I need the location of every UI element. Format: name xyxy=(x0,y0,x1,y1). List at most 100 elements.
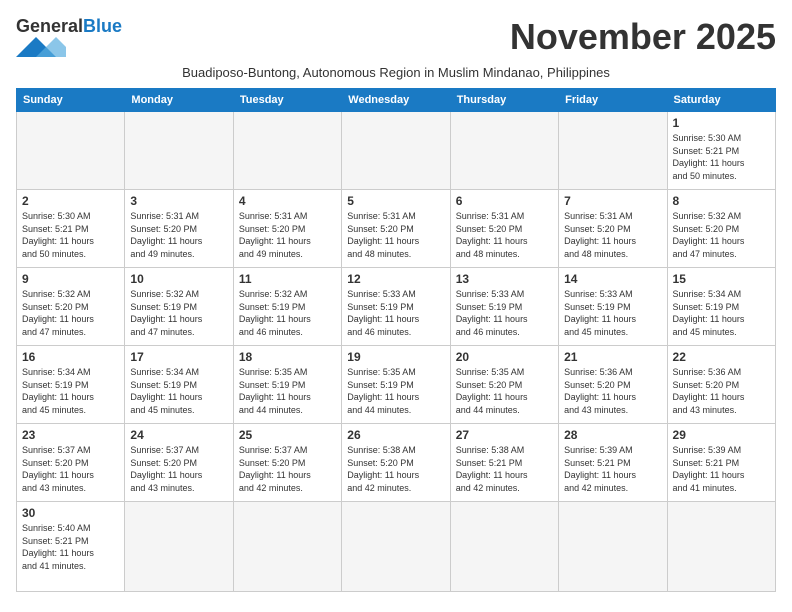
day-info: Sunrise: 5:39 AMSunset: 5:21 PMDaylight:… xyxy=(673,444,770,494)
day-number: 30 xyxy=(22,506,119,520)
day-number: 9 xyxy=(22,272,119,286)
day-info: Sunrise: 5:37 AMSunset: 5:20 PMDaylight:… xyxy=(22,444,119,494)
weekday-header-monday: Monday xyxy=(125,89,233,112)
calendar-cell: 2 Sunrise: 5:30 AMSunset: 5:21 PMDaylight… xyxy=(17,190,125,268)
calendar-cell: 4Sunrise: 5:31 AMSunset: 5:20 PMDaylight… xyxy=(233,190,341,268)
calendar-cell: 13 Sunrise: 5:33 AMSunset: 5:19 PMDayligh… xyxy=(450,268,558,346)
day-number: 3 xyxy=(130,194,227,208)
calendar-cell: 5Sunrise: 5:31 AMSunset: 5:20 PMDaylight… xyxy=(342,190,450,268)
calendar-cell: 14 Sunrise: 5:33 AMSunset: 5:19 PMDayligh… xyxy=(559,268,667,346)
day-number: 8 xyxy=(673,194,770,208)
day-info: Sunrise: 5:34 AMSunset: 5:19 PMDaylight:… xyxy=(22,366,119,416)
calendar-week-row: 2 Sunrise: 5:30 AMSunset: 5:21 PMDaylight… xyxy=(17,190,776,268)
calendar-cell xyxy=(125,502,233,592)
day-info: Sunrise: 5:30 AMSunset: 5:21 PMDaylight:… xyxy=(22,210,119,260)
calendar-cell: 16 Sunrise: 5:34 AMSunset: 5:19 PMDayligh… xyxy=(17,346,125,424)
calendar-week-row: 16 Sunrise: 5:34 AMSunset: 5:19 PMDayligh… xyxy=(17,346,776,424)
day-number: 16 xyxy=(22,350,119,364)
day-info: Sunrise: 5:32 AMSunset: 5:19 PMDaylight:… xyxy=(130,288,227,338)
subtitle: Buadiposo-Buntong, Autonomous Region in … xyxy=(16,65,776,80)
weekday-header-tuesday: Tuesday xyxy=(233,89,341,112)
day-number: 18 xyxy=(239,350,336,364)
calendar-cell: 12 Sunrise: 5:33 AMSunset: 5:19 PMDayligh… xyxy=(342,268,450,346)
generalblue-logo-icon xyxy=(16,37,66,61)
day-number: 10 xyxy=(130,272,227,286)
calendar-cell: 27 Sunrise: 5:38 AMSunset: 5:21 PMDayligh… xyxy=(450,424,558,502)
day-info: Sunrise: 5:31 AMSunset: 5:20 PMDaylight:… xyxy=(130,210,227,260)
weekday-header-saturday: Saturday xyxy=(667,89,775,112)
day-number: 21 xyxy=(564,350,661,364)
day-number: 5 xyxy=(347,194,444,208)
calendar-cell: 21 Sunrise: 5:36 AMSunset: 5:20 PMDayligh… xyxy=(559,346,667,424)
day-info: Sunrise: 5:33 AMSunset: 5:19 PMDaylight:… xyxy=(347,288,444,338)
page-header: GeneralBlue November 2025 xyxy=(16,16,776,61)
day-number: 26 xyxy=(347,428,444,442)
calendar-cell: 23 Sunrise: 5:37 AMSunset: 5:20 PMDayligh… xyxy=(17,424,125,502)
day-number: 23 xyxy=(22,428,119,442)
day-number: 1 xyxy=(673,116,770,130)
weekday-header-sunday: Sunday xyxy=(17,89,125,112)
day-number: 29 xyxy=(673,428,770,442)
calendar-cell: 24 Sunrise: 5:37 AMSunset: 5:20 PMDayligh… xyxy=(125,424,233,502)
calendar-cell: 20 Sunrise: 5:35 AMSunset: 5:20 PMDayligh… xyxy=(450,346,558,424)
day-info: Sunrise: 5:31 AMSunset: 5:20 PMDaylight:… xyxy=(564,210,661,260)
day-number: 19 xyxy=(347,350,444,364)
day-info: Sunrise: 5:37 AMSunset: 5:20 PMDaylight:… xyxy=(130,444,227,494)
logo: GeneralBlue xyxy=(16,16,122,61)
day-info: Sunrise: 5:32 AMSunset: 5:19 PMDaylight:… xyxy=(239,288,336,338)
day-info: Sunrise: 5:32 AMSunset: 5:20 PMDaylight:… xyxy=(22,288,119,338)
day-number: 7 xyxy=(564,194,661,208)
day-number: 12 xyxy=(347,272,444,286)
day-number: 25 xyxy=(239,428,336,442)
calendar-week-row: 23 Sunrise: 5:37 AMSunset: 5:20 PMDayligh… xyxy=(17,424,776,502)
day-number: 24 xyxy=(130,428,227,442)
calendar-cell xyxy=(342,112,450,190)
weekday-header-row: SundayMondayTuesdayWednesdayThursdayFrid… xyxy=(17,89,776,112)
calendar-cell xyxy=(125,112,233,190)
day-number: 13 xyxy=(456,272,553,286)
day-info: Sunrise: 5:36 AMSunset: 5:20 PMDaylight:… xyxy=(673,366,770,416)
calendar-cell xyxy=(450,112,558,190)
day-info: Sunrise: 5:35 AMSunset: 5:19 PMDaylight:… xyxy=(347,366,444,416)
day-info: Sunrise: 5:32 AMSunset: 5:20 PMDaylight:… xyxy=(673,210,770,260)
day-number: 15 xyxy=(673,272,770,286)
calendar-cell: 19 Sunrise: 5:35 AMSunset: 5:19 PMDayligh… xyxy=(342,346,450,424)
day-info: Sunrise: 5:34 AMSunset: 5:19 PMDaylight:… xyxy=(673,288,770,338)
weekday-header-wednesday: Wednesday xyxy=(342,89,450,112)
calendar-cell xyxy=(233,112,341,190)
day-number: 2 xyxy=(22,194,119,208)
calendar-cell: 7 Sunrise: 5:31 AMSunset: 5:20 PMDaylight… xyxy=(559,190,667,268)
calendar-cell xyxy=(450,502,558,592)
calendar-cell: 8 Sunrise: 5:32 AMSunset: 5:20 PMDaylight… xyxy=(667,190,775,268)
calendar-week-row: 1Sunrise: 5:30 AMSunset: 5:21 PMDaylight… xyxy=(17,112,776,190)
calendar-cell: 10 Sunrise: 5:32 AMSunset: 5:19 PMDayligh… xyxy=(125,268,233,346)
day-info: Sunrise: 5:33 AMSunset: 5:19 PMDaylight:… xyxy=(564,288,661,338)
calendar-cell xyxy=(559,112,667,190)
day-info: Sunrise: 5:38 AMSunset: 5:20 PMDaylight:… xyxy=(347,444,444,494)
day-info: Sunrise: 5:39 AMSunset: 5:21 PMDaylight:… xyxy=(564,444,661,494)
calendar-cell: 29 Sunrise: 5:39 AMSunset: 5:21 PMDayligh… xyxy=(667,424,775,502)
day-info: Sunrise: 5:31 AMSunset: 5:20 PMDaylight:… xyxy=(239,210,336,260)
calendar-cell: 22 Sunrise: 5:36 AMSunset: 5:20 PMDayligh… xyxy=(667,346,775,424)
calendar-cell: 25Sunrise: 5:37 AMSunset: 5:20 PMDayligh… xyxy=(233,424,341,502)
day-number: 20 xyxy=(456,350,553,364)
day-info: Sunrise: 5:38 AMSunset: 5:21 PMDaylight:… xyxy=(456,444,553,494)
day-number: 14 xyxy=(564,272,661,286)
calendar-week-row: 30 Sunrise: 5:40 AMSunset: 5:21 PMDayligh… xyxy=(17,502,776,592)
calendar-cell xyxy=(667,502,775,592)
calendar-cell xyxy=(17,112,125,190)
day-number: 11 xyxy=(239,272,336,286)
day-info: Sunrise: 5:36 AMSunset: 5:20 PMDaylight:… xyxy=(564,366,661,416)
day-info: Sunrise: 5:35 AMSunset: 5:20 PMDaylight:… xyxy=(456,366,553,416)
calendar-cell xyxy=(559,502,667,592)
month-title: November 2025 xyxy=(510,16,776,58)
logo-text: GeneralBlue xyxy=(16,16,122,37)
day-number: 22 xyxy=(673,350,770,364)
calendar-cell: 1Sunrise: 5:30 AMSunset: 5:21 PMDaylight… xyxy=(667,112,775,190)
day-number: 27 xyxy=(456,428,553,442)
day-info: Sunrise: 5:33 AMSunset: 5:19 PMDaylight:… xyxy=(456,288,553,338)
calendar-cell: 26 Sunrise: 5:38 AMSunset: 5:20 PMDayligh… xyxy=(342,424,450,502)
day-info: Sunrise: 5:40 AMSunset: 5:21 PMDaylight:… xyxy=(22,522,119,572)
day-info: Sunrise: 5:31 AMSunset: 5:20 PMDaylight:… xyxy=(456,210,553,260)
calendar-cell: 3 Sunrise: 5:31 AMSunset: 5:20 PMDaylight… xyxy=(125,190,233,268)
